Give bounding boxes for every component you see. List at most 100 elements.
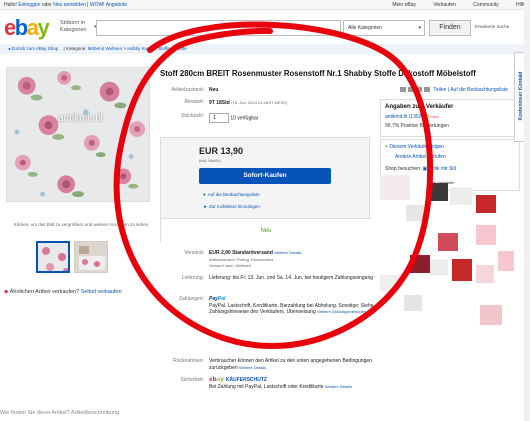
condition-label: Artikelzustand:	[171, 87, 204, 93]
security-value: ebay KÄUFERSCHUTZ Bei Zahlung mit PayPal, …	[209, 376, 374, 390]
thumbnail-1[interactable]	[36, 241, 70, 273]
end-date: (16. Jun. 2014 21:48:07 MESZ)	[231, 100, 288, 105]
shipping-cost: EUR 2,90 Standardversand	[209, 250, 273, 256]
time-left-value: 9T 18Std (16. Jun. 2014 21:48:07 MESZ)	[209, 99, 287, 107]
quantity-available: 10 verfügbar	[230, 115, 259, 122]
category-select-value: Alle Kategorien	[348, 25, 382, 31]
collection-link-text: Zur Kollektion hinzufügen	[209, 204, 260, 209]
returns-value: Verbraucher können den Artikel zu den un…	[209, 358, 374, 371]
price: EUR 13,90	[199, 146, 244, 156]
follow-seller-text: Diesem Verkäufer folgen	[389, 144, 445, 150]
pinterest-icon[interactable]	[424, 87, 430, 93]
search-button[interactable]: Finden	[429, 20, 471, 36]
paypal-logo-pay: Pay	[209, 296, 218, 302]
register-link[interactable]: Neu anmelden	[53, 2, 86, 8]
browse-categories[interactable]: Stöbern in Kategorien ▾	[60, 20, 97, 34]
condition-band: Neu	[161, 218, 371, 242]
sell-link[interactable]: Verkaufen	[433, 2, 456, 8]
share-link[interactable]: Teilen	[433, 87, 446, 93]
quantity-label: Stückzahl:	[180, 113, 204, 119]
more-payment-methods-link[interactable]: Weitere Zahlungsmethoden	[317, 309, 366, 314]
delivery-value: Lieferung: bis Fr. 13. Jun. und Sa. 14. …	[209, 275, 373, 281]
seller-heading: Angaben zum Verkäufer	[385, 104, 454, 110]
top-bar: Hallo! Einloggen oder Neu anmelden | WOW…	[0, 0, 530, 10]
watchlist-link[interactable]: Auf die Beobachtungsliste	[450, 87, 508, 93]
separator: |	[87, 2, 89, 8]
sell-icon: ◆	[4, 289, 9, 295]
seller-score[interactable]: (1352	[409, 114, 422, 120]
category-label: | Kategorie:	[63, 46, 87, 51]
scrollbar[interactable]	[524, 0, 530, 421]
rose-fabric-image	[7, 68, 149, 201]
pixelated-ad-area	[380, 175, 520, 330]
back-to-shop-link[interactable]: ◂ Zurück zum eBay Shop	[8, 46, 58, 51]
returns-text: Verbraucher können den Artikel zu den un…	[209, 358, 372, 371]
watchlist-link-text: Auf die Beobachtungsliste	[207, 192, 260, 197]
condition-value: Neu	[209, 87, 219, 93]
twitter-icon[interactable]	[416, 87, 422, 93]
ebay-logo[interactable]: ebay	[4, 15, 50, 40]
room-thumb-icon	[75, 242, 107, 272]
other-items-link[interactable]: Andere Artikel aufrufen	[395, 154, 446, 160]
paypal-logo: PayPal	[209, 296, 225, 302]
search-input[interactable]	[96, 20, 341, 36]
logo-letter-y: y	[37, 15, 49, 40]
price-vat-note: (inkl. MwSt.)	[199, 158, 221, 163]
community-link[interactable]: Community	[473, 2, 498, 8]
plus-icon: +	[385, 144, 388, 150]
advanced-search-link[interactable]: Erweiterte Suche	[475, 24, 509, 29]
shipping-value: EUR 2,90 Standardversand Weitere Details…	[209, 250, 374, 270]
shop-label: Shop besuchen:	[385, 166, 422, 172]
quantity-input[interactable]: 1	[209, 113, 229, 123]
mail-icon[interactable]	[400, 87, 406, 93]
add-to-collection-link[interactable]: ★ Zur Kollektion hinzufügen	[203, 204, 260, 210]
star-icon: ★)	[422, 114, 429, 120]
buy-it-now-button[interactable]: Sofort-Kaufen	[199, 168, 331, 184]
wow-offers-link[interactable]: WOW! Angebote	[90, 2, 127, 8]
share-actions: Teilen | Auf die Beobachtungsliste	[400, 87, 508, 93]
shipping-label: Versand:	[184, 250, 204, 256]
bottom-partial-text: Wie finden Sie diese Artikel? Artikelbes…	[0, 410, 120, 416]
quantity-value: 1 10 verfügbar	[209, 113, 258, 123]
shop-name-link[interactable]: Antik mit Stil	[428, 166, 456, 172]
logo-letter-a: a	[26, 15, 39, 40]
main-product-image[interactable]	[6, 67, 150, 202]
category-path-link[interactable]: Möbel & Wohnen > Hobby Kunst > Stoffe > …	[88, 46, 187, 51]
payment-value: PayPal PayPal, Lastschrift, Kreditkarte, …	[209, 296, 374, 316]
time-left-text: 9T 18Std	[209, 100, 230, 106]
returns-label: Rücknahmen:	[173, 358, 204, 364]
ship-to: Versand nach: Weltweit	[209, 263, 251, 268]
follow-seller-link[interactable]: + Diesem Verkäufer folgen	[385, 144, 444, 150]
shop-row: Shop besuchen: ▣ Antik mit Stil	[385, 166, 456, 172]
logo-letter-e: e	[4, 15, 16, 40]
buyer-protection-text: Bei Zahlung mit PayPal, Lastschrift oder…	[209, 383, 324, 390]
security-details-link[interactable]: Weitere Details	[325, 384, 352, 389]
sell-similar: ◆ Ähnlichen Artikel verkaufen? Selbst ve…	[4, 289, 122, 295]
greeting: Hallo! Einloggen oder Neu anmelden | WOW…	[4, 0, 127, 10]
my-ebay-link[interactable]: Mein eBay	[392, 2, 416, 8]
seller-name-line: antikmit.til (1352 ★) mich	[385, 114, 439, 120]
seller-name-link[interactable]: antikmit.til	[385, 114, 407, 120]
shipping-details-link[interactable]: Weitere Details	[274, 250, 301, 255]
eye-icon: ●	[203, 192, 206, 197]
shop-icon: ▣	[422, 166, 428, 172]
chevron-down-icon: ▾	[418, 25, 421, 31]
time-left-label: Restzeit:	[184, 99, 204, 105]
listing-title: Stoff 280cm BREIT Rosenmuster Rosenstoff…	[160, 69, 476, 78]
me-badge[interactable]: mich	[430, 114, 438, 119]
add-to-watchlist-link[interactable]: ● Auf die Beobachtungsliste	[203, 192, 260, 197]
category-select[interactable]: Alle Kategorien ▾	[343, 20, 425, 36]
signin-link[interactable]: Einloggen	[18, 2, 40, 8]
breadcrumb: ◂ Zurück zum eBay Shop | Kategorie: Möbe…	[0, 44, 530, 54]
security-label: Sicherheit:	[180, 377, 204, 383]
buyer-protection-label: KÄUFERSCHUTZ	[225, 377, 267, 383]
item-location: Artikelstandort: Pisting, Deutschland	[209, 256, 274, 262]
logo-letter-b: b	[14, 15, 28, 40]
facebook-icon[interactable]	[408, 87, 414, 93]
thumbnail-2[interactable]	[74, 241, 108, 273]
returns-details-link[interactable]: Weitere Details	[239, 365, 266, 370]
browse-line-1: Stöbern in	[60, 20, 86, 26]
top-nav: Mein eBay Verkaufen Community Hilfe	[376, 0, 526, 10]
sell-yourself-link[interactable]: Selbst verkaufen	[81, 289, 122, 295]
delivery-label: Lieferung:	[181, 275, 204, 281]
